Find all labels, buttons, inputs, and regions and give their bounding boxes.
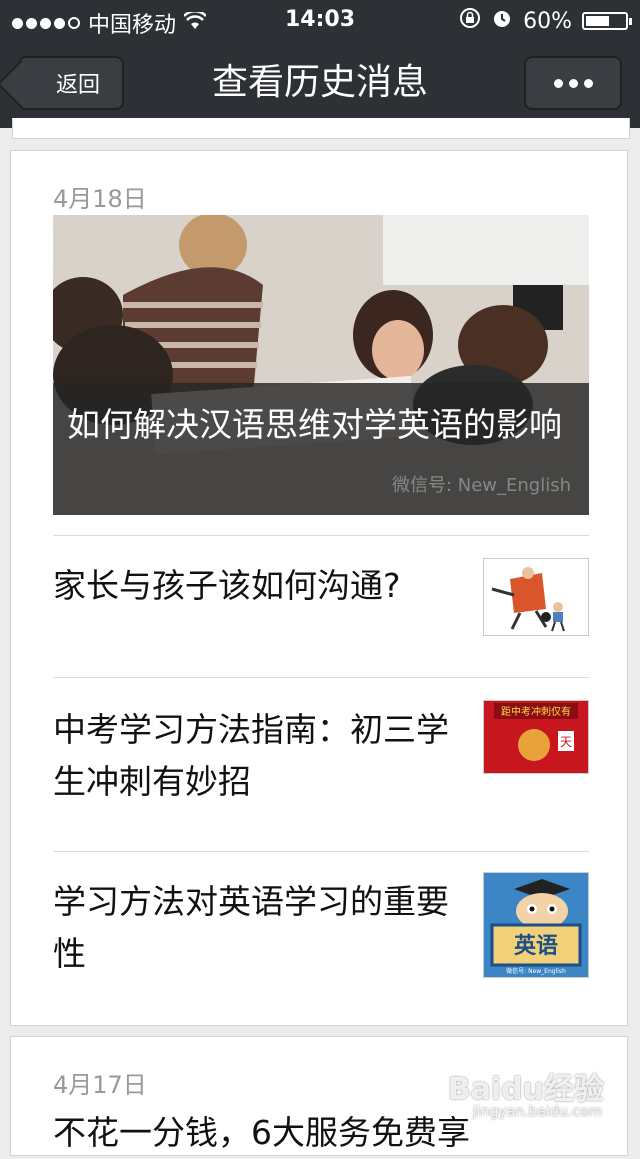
featured-watermark: 微信号: New_English xyxy=(391,475,571,496)
group-date: 4月18日 xyxy=(53,185,147,213)
list-item-title[interactable]: 不花一分钱，6大服务免费享 xyxy=(53,1107,470,1159)
list-item-thumbnail xyxy=(483,558,589,636)
battery-icon xyxy=(582,12,632,30)
more-icon xyxy=(553,78,563,88)
list-item[interactable]: 学习方法对英语学习的重要性 英语 微信号: New_English xyxy=(53,851,589,1026)
list-item-thumbnail: 距中考冲刺仅有 天 xyxy=(483,700,589,774)
poster-day-label: 天 xyxy=(560,735,572,749)
list-item-title: 家长与孩子该如何沟通? xyxy=(53,566,401,605)
list-item-title: 中考学习方法指南：初三学生冲刺有妙招 xyxy=(53,710,449,801)
list-item[interactable]: 家长与孩子该如何沟通? xyxy=(53,535,589,678)
status-icons: 60% xyxy=(459,7,632,35)
book-cover-text: 英语 xyxy=(514,934,558,959)
list-item-thumbnail: 英语 微信号: New_English xyxy=(483,872,589,978)
list-item[interactable]: 中考学习方法指南：初三学生冲刺有妙招 距中考冲刺仅有 天 xyxy=(53,677,589,852)
previous-card-edge xyxy=(12,118,630,139)
message-group-card: 4月18日 如何解决汉语思维对学英语的影响 微信号: New_English 家… xyxy=(10,150,628,1026)
featured-article[interactable]: 如何解决汉语思维对学英语的影响 微信号: New_English xyxy=(53,215,589,515)
more-options-button[interactable] xyxy=(524,56,622,110)
group-date: 4月17日 xyxy=(53,1071,147,1099)
parent-child-illustration-icon xyxy=(484,559,588,635)
baidu-watermark-url: jingyan.baidu.com xyxy=(472,1104,602,1120)
rotation-lock-icon xyxy=(459,7,481,35)
alarm-icon xyxy=(491,7,513,35)
battery-percent: 60% xyxy=(523,8,572,34)
exam-countdown-poster-icon: 距中考冲刺仅有 天 xyxy=(484,701,588,773)
baidu-watermark: Baidu经验 xyxy=(447,1072,604,1107)
list-item-title: 学习方法对英语学习的重要性 xyxy=(53,882,449,973)
thumb-watermark: 微信号: New_English xyxy=(506,967,566,975)
english-book-mascot-icon: 英语 微信号: New_English xyxy=(484,873,588,977)
status-bar: 中国移动 14:03 60% xyxy=(0,0,640,40)
poster-heading: 距中考冲刺仅有 xyxy=(501,705,571,718)
navigation-bar: 返回 查看历史消息 xyxy=(0,40,640,128)
